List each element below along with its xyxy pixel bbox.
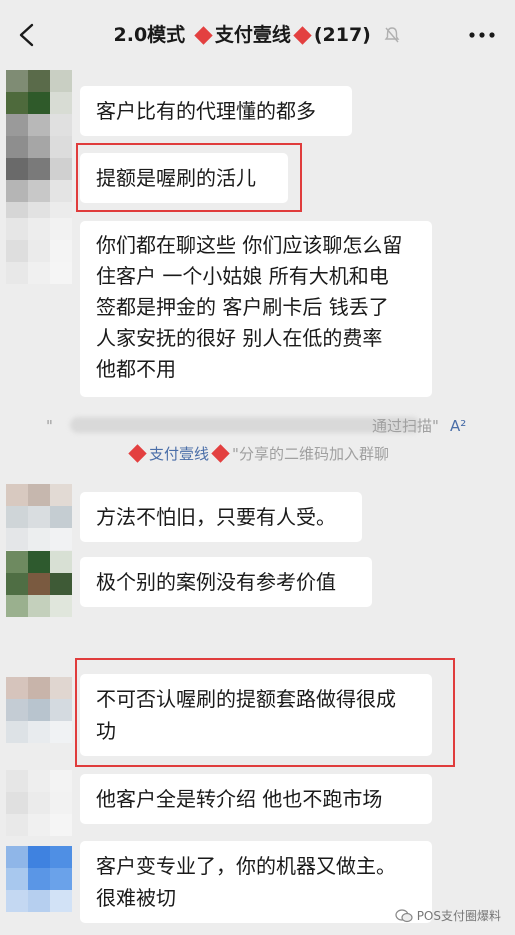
diamond-icon: [293, 26, 312, 45]
message-text: 客户比有的代理懂的都多: [96, 99, 316, 123]
system-notice-line2: 支付壹线 "分享的二维码加入群聊: [0, 442, 515, 466]
message-text: 极个别的案例没有参考价值: [96, 570, 336, 594]
message-line: 功: [96, 719, 116, 743]
message-bubble[interactable]: 客户比有的代理懂的都多: [80, 86, 352, 136]
bell-muted-icon: [385, 27, 400, 43]
message-bubble[interactable]: 极个别的案例没有参考价值: [80, 557, 372, 607]
message-line: 人家安抚的很好 别人在低的费率: [96, 326, 383, 350]
avatar[interactable]: [6, 846, 72, 912]
notice-scan-text: 通过扫描": [372, 417, 439, 435]
avatar[interactable]: [6, 70, 72, 222]
diamond-icon: [211, 444, 230, 463]
watermark: POS支付圈爆料: [395, 907, 501, 925]
notice-quote: ": [46, 417, 53, 435]
message-bubble[interactable]: 不可否认喔刷的提额套路做得很成 功: [80, 674, 432, 756]
avatar[interactable]: [6, 770, 72, 836]
message-text: 提额是喔刷的活儿: [96, 166, 256, 190]
redacted-name: [70, 417, 420, 433]
avatar[interactable]: [6, 551, 72, 617]
message-line: 签都是押金的 客户刷卡后 钱丢了: [96, 295, 389, 319]
wechat-icon: [395, 909, 413, 923]
more-dots-icon[interactable]: [469, 32, 495, 38]
title-mode: 2.0模式: [113, 24, 186, 46]
message-bubble[interactable]: 客户变专业了，你的机器又做主。 很难被切: [80, 841, 432, 923]
chat-header: 2.0模式 支付壹线 (217): [0, 0, 515, 70]
message-line: 你们都在聊这些 你们应该聊怎么留: [96, 233, 403, 257]
chat-title: 2.0模式 支付壹线 (217): [60, 22, 455, 48]
message-line: 客户变专业了，你的机器又做主。: [96, 854, 396, 878]
chevron-left-icon[interactable]: [16, 22, 38, 48]
message-line: 住客户 一个小姑娘 所有大机和电: [96, 264, 389, 288]
message-line: 他都不用: [96, 357, 176, 381]
diamond-icon: [194, 26, 213, 45]
avatar[interactable]: [6, 484, 72, 550]
message-text: 他客户全是转介绍 他也不跑市场: [96, 787, 383, 811]
message-bubble[interactable]: 你们都在聊这些 你们应该聊怎么留 住客户 一个小姑娘 所有大机和电 签都是押金的…: [80, 221, 432, 397]
message-bubble[interactable]: 方法不怕旧，只要有人受。: [80, 492, 362, 542]
avatar[interactable]: [6, 677, 72, 743]
message-line: 不可否认喔刷的提额套路做得很成: [96, 687, 396, 711]
message-text: 方法不怕旧，只要有人受。: [96, 505, 336, 529]
notice-mark: A²: [450, 417, 467, 435]
diamond-icon: [128, 444, 147, 463]
title-group-name: 支付壹线: [214, 24, 291, 46]
watermark-text: POS支付圈爆料: [416, 909, 501, 923]
message-bubble[interactable]: 提额是喔刷的活儿: [80, 153, 288, 203]
notice-join-text: "分享的二维码加入群聊: [232, 445, 389, 463]
message-line: 很难被切: [96, 886, 176, 910]
avatar[interactable]: [6, 218, 72, 284]
message-bubble[interactable]: 他客户全是转介绍 他也不跑市场: [80, 774, 432, 824]
notice-group-link[interactable]: 支付壹线: [149, 445, 209, 463]
member-count: (217): [313, 24, 371, 46]
